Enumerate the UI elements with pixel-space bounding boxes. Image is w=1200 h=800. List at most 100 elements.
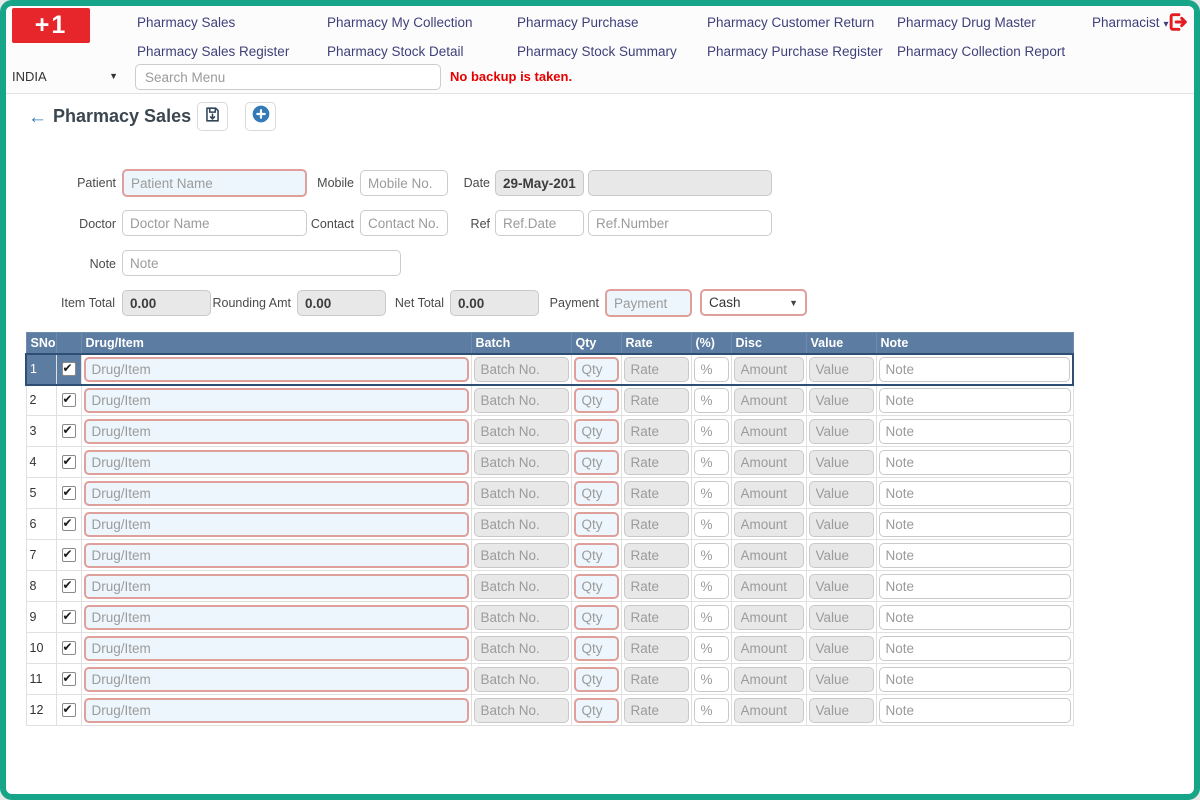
qty-input[interactable]: [574, 450, 619, 475]
drug-item-input[interactable]: [84, 636, 469, 661]
row-select-checkbox[interactable]: [62, 517, 76, 531]
row-note-input[interactable]: [879, 543, 1071, 568]
value-input: [809, 574, 874, 599]
qty-input[interactable]: [574, 388, 619, 413]
qty-input[interactable]: [574, 636, 619, 661]
discount-percent-input[interactable]: [694, 574, 729, 599]
row-sno: 11: [26, 664, 56, 695]
row-select-checkbox[interactable]: [62, 610, 76, 624]
row-select-checkbox[interactable]: [62, 672, 76, 686]
row-note-input[interactable]: [879, 388, 1071, 413]
qty-input[interactable]: [574, 605, 619, 630]
contact-input[interactable]: [360, 210, 448, 236]
discount-percent-input[interactable]: [694, 636, 729, 661]
drug-item-input[interactable]: [84, 543, 469, 568]
table-row: 3: [26, 416, 1073, 447]
country-select[interactable]: INDIA ▼: [12, 64, 124, 88]
logout-icon[interactable]: [1167, 11, 1189, 33]
drug-item-input[interactable]: [84, 605, 469, 630]
discount-percent-input[interactable]: [694, 512, 729, 537]
nav-pharmacy-stock-summary[interactable]: Pharmacy Stock Summary: [517, 39, 677, 65]
drug-item-input[interactable]: [84, 698, 469, 723]
user-menu-pharmacist[interactable]: Pharmacist▾: [1092, 10, 1169, 36]
qty-input[interactable]: [574, 543, 619, 568]
row-note-input[interactable]: [879, 605, 1071, 630]
nav-pharmacy-stock-detail[interactable]: Pharmacy Stock Detail: [327, 39, 464, 65]
discount-percent-input[interactable]: [694, 543, 729, 568]
nav-pharmacy-collection-report[interactable]: Pharmacy Collection Report: [897, 39, 1065, 65]
row-select-checkbox[interactable]: [62, 548, 76, 562]
sale-date-extra-input: [588, 170, 772, 196]
qty-input[interactable]: [574, 357, 619, 382]
value-input: [809, 512, 874, 537]
discount-percent-input[interactable]: [694, 357, 729, 382]
rate-input: [624, 357, 689, 382]
batch-no-input: [474, 605, 569, 630]
discount-percent-input[interactable]: [694, 419, 729, 444]
discount-percent-input[interactable]: [694, 450, 729, 475]
payment-input[interactable]: [605, 289, 692, 317]
payment-mode-select[interactable]: Cash ▼: [700, 289, 807, 316]
mobile-label: Mobile: [300, 170, 354, 196]
mobile-input[interactable]: [360, 170, 448, 196]
ref-date-input[interactable]: [495, 210, 584, 236]
row-note-input[interactable]: [879, 512, 1071, 537]
discount-amount-input: [734, 481, 804, 506]
back-arrow-icon[interactable]: ←: [28, 105, 47, 131]
row-select-checkbox[interactable]: [62, 455, 76, 469]
discount-percent-input[interactable]: [694, 605, 729, 630]
drug-item-input[interactable]: [84, 512, 469, 537]
nav-pharmacy-my-collection[interactable]: Pharmacy My Collection: [327, 10, 473, 36]
qty-input[interactable]: [574, 574, 619, 599]
drug-item-input[interactable]: [84, 667, 469, 692]
value-input: [809, 605, 874, 630]
discount-amount-input: [734, 636, 804, 661]
ref-number-input[interactable]: [588, 210, 772, 236]
nav-pharmacy-drug-master[interactable]: Pharmacy Drug Master: [897, 10, 1036, 36]
row-note-input[interactable]: [879, 450, 1071, 475]
row-select-checkbox[interactable]: [62, 486, 76, 500]
drug-item-input[interactable]: [84, 450, 469, 475]
patient-label: Patient: [36, 170, 116, 196]
patient-name-input[interactable]: [122, 169, 307, 197]
drug-item-input[interactable]: [84, 357, 469, 382]
nav-pharmacy-sales[interactable]: Pharmacy Sales: [137, 10, 235, 36]
discount-percent-input[interactable]: [694, 698, 729, 723]
row-select-checkbox[interactable]: [62, 641, 76, 655]
nav-pharmacy-purchase[interactable]: Pharmacy Purchase: [517, 10, 639, 36]
discount-percent-input[interactable]: [694, 481, 729, 506]
doctor-name-input[interactable]: [122, 210, 307, 236]
qty-input[interactable]: [574, 667, 619, 692]
note-input[interactable]: [122, 250, 401, 276]
app-window: +1 Pharmacy Sales Pharmacy My Collection…: [0, 0, 1200, 800]
row-note-input[interactable]: [879, 574, 1071, 599]
row-note-input[interactable]: [879, 698, 1071, 723]
add-new-button[interactable]: [245, 102, 276, 131]
row-sno: 1: [26, 354, 56, 385]
row-note-input[interactable]: [879, 419, 1071, 444]
row-note-input[interactable]: [879, 667, 1071, 692]
drug-item-input[interactable]: [84, 481, 469, 506]
row-note-input[interactable]: [879, 636, 1071, 661]
nav-pharmacy-sales-register[interactable]: Pharmacy Sales Register: [137, 39, 289, 65]
save-button[interactable]: [197, 102, 228, 131]
nav-pharmacy-purchase-register[interactable]: Pharmacy Purchase Register: [707, 39, 883, 65]
row-select-checkbox[interactable]: [62, 362, 76, 376]
nav-pharmacy-customer-return[interactable]: Pharmacy Customer Return: [707, 10, 874, 36]
discount-percent-input[interactable]: [694, 667, 729, 692]
row-note-input[interactable]: [879, 357, 1071, 382]
qty-input[interactable]: [574, 512, 619, 537]
menu-search-input[interactable]: [135, 64, 441, 90]
row-select-checkbox[interactable]: [62, 393, 76, 407]
drug-item-input[interactable]: [84, 388, 469, 413]
row-note-input[interactable]: [879, 481, 1071, 506]
drug-item-input[interactable]: [84, 419, 469, 444]
qty-input[interactable]: [574, 698, 619, 723]
drug-item-input[interactable]: [84, 574, 469, 599]
discount-percent-input[interactable]: [694, 388, 729, 413]
row-select-checkbox[interactable]: [62, 579, 76, 593]
row-select-checkbox[interactable]: [62, 703, 76, 717]
row-select-checkbox[interactable]: [62, 424, 76, 438]
qty-input[interactable]: [574, 481, 619, 506]
qty-input[interactable]: [574, 419, 619, 444]
